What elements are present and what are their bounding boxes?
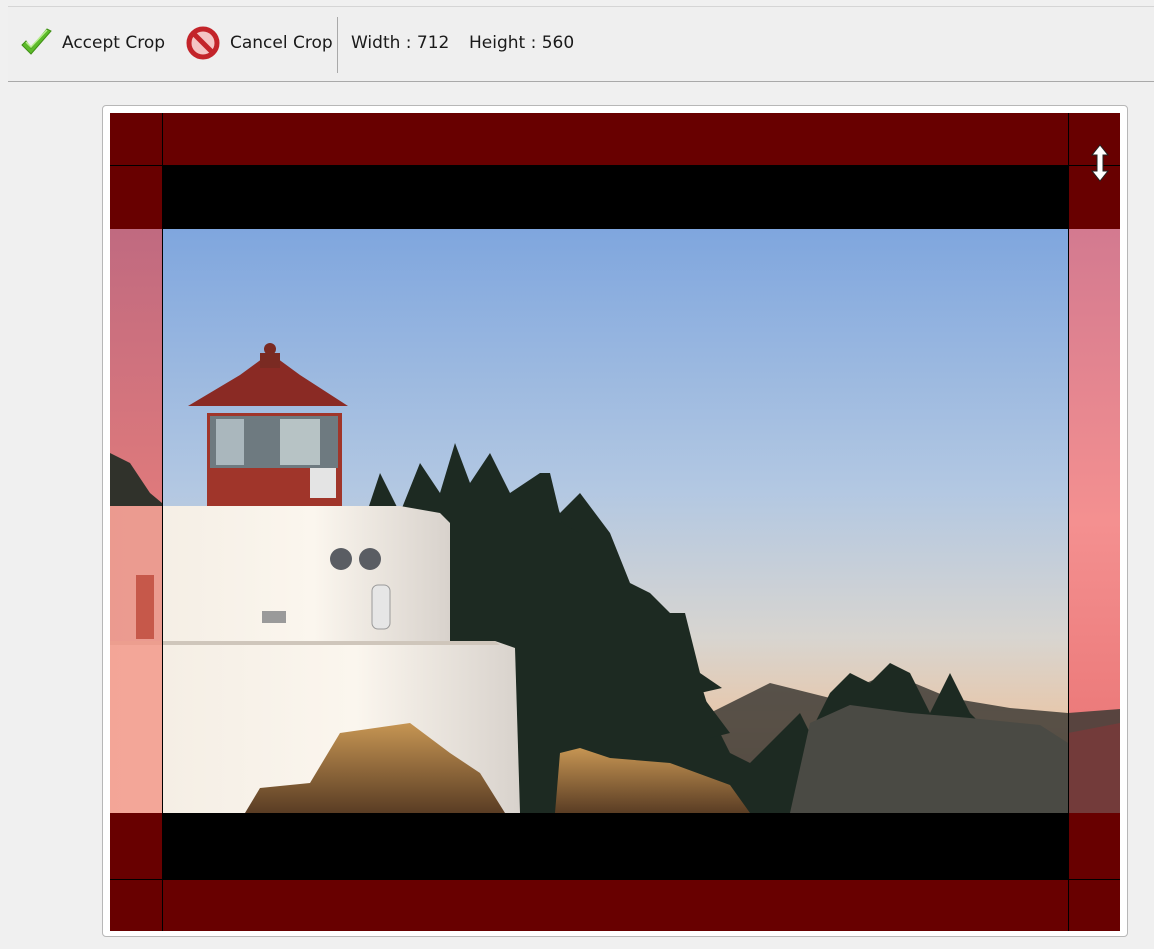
- crop-height-readout: Height : 560: [469, 33, 575, 53]
- cancel-crop-label: Cancel Crop: [230, 33, 333, 53]
- crop-guide-top[interactable]: [110, 165, 1120, 166]
- cancel-crop-button[interactable]: Cancel Crop: [186, 23, 333, 63]
- crop-guide-right[interactable]: [1068, 113, 1069, 931]
- crop-toolbar: Accept Crop Cancel Crop Width : 712 Heig…: [8, 6, 1154, 82]
- lighthouse-photo: [110, 113, 1120, 931]
- toolbar-separator: [337, 17, 338, 73]
- vertical-resize-icon[interactable]: [1088, 143, 1112, 183]
- crop-guide-left[interactable]: [162, 113, 163, 931]
- no-entry-icon: [186, 25, 222, 61]
- crop-width-readout: Width : 712: [351, 33, 450, 53]
- crop-stage[interactable]: [110, 113, 1120, 931]
- crop-guide-bottom[interactable]: [110, 879, 1120, 880]
- accept-crop-label: Accept Crop: [62, 33, 166, 53]
- checkmark-icon: [18, 25, 54, 61]
- accept-crop-button[interactable]: Accept Crop: [18, 23, 165, 63]
